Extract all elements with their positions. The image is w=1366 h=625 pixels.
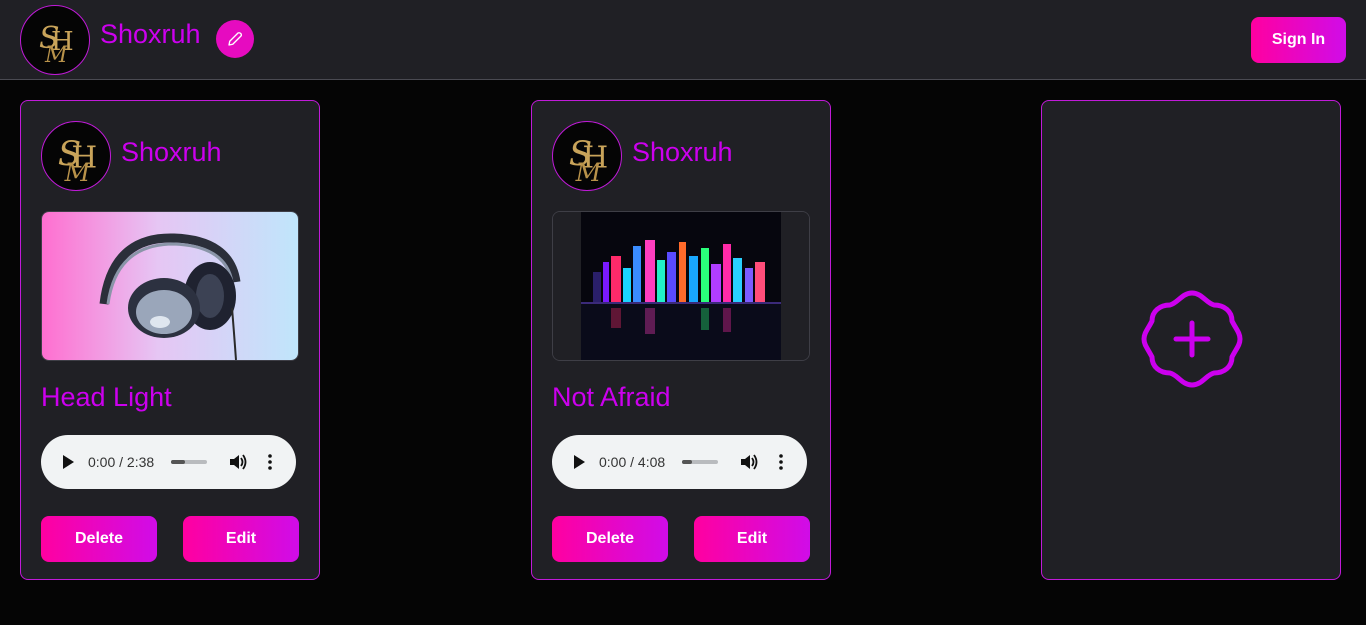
progress-fill — [682, 460, 692, 464]
profile-avatar[interactable]: S H M — [20, 5, 90, 75]
svg-text:M: M — [64, 158, 92, 187]
author-name: Shoxruh — [632, 137, 733, 167]
track-title: Not Afraid — [552, 382, 671, 412]
more-options-icon[interactable] — [776, 453, 786, 471]
monogram-logo: S H M — [58, 134, 97, 187]
delete-button[interactable]: Delete — [552, 516, 668, 562]
add-badge-icon — [1141, 290, 1243, 388]
playback-time: 0:00 / 2:38 — [88, 454, 155, 470]
volume-icon[interactable] — [740, 453, 758, 471]
audio-player: 0:00 / 4:08 — [552, 435, 807, 489]
progress-fill — [171, 460, 185, 464]
svg-text:M: M — [575, 158, 603, 187]
neon-city-image — [553, 212, 809, 360]
track-title: Head Light — [41, 382, 172, 412]
edit-button[interactable]: Edit — [183, 516, 299, 562]
track-card: S H M Shoxruh Head Light 0:00 / 2:38 Del… — [20, 100, 320, 580]
play-icon[interactable] — [61, 454, 75, 470]
avatar-monogram: S H M — [21, 6, 89, 74]
top-bar: S H M Shoxruh Sign In — [0, 0, 1366, 80]
progress-slider[interactable] — [171, 460, 207, 464]
author-avatar[interactable]: S H M — [552, 121, 622, 191]
author-name: Shoxruh — [121, 137, 222, 167]
edit-button[interactable]: Edit — [694, 516, 810, 562]
headphones-image — [42, 212, 298, 360]
sign-in-button[interactable]: Sign In — [1251, 17, 1346, 63]
svg-text:M: M — [44, 43, 68, 68]
header-username: Shoxruh — [100, 19, 201, 49]
monogram-logo: S H M — [39, 21, 74, 68]
add-track-card[interactable] — [1041, 100, 1341, 580]
pencil-icon — [228, 32, 243, 46]
playback-time: 0:00 / 4:08 — [599, 454, 666, 470]
more-options-icon[interactable] — [265, 453, 275, 471]
track-cover-image — [552, 211, 810, 361]
edit-profile-button[interactable] — [216, 20, 254, 58]
track-card: S H M Shoxruh Not Afraid 0:00 / 4:08 Del… — [531, 100, 831, 580]
play-icon[interactable] — [572, 454, 586, 470]
audio-player: 0:00 / 2:38 — [41, 435, 296, 489]
author-avatar[interactable]: S H M — [41, 121, 111, 191]
delete-button[interactable]: Delete — [41, 516, 157, 562]
monogram-logo: S H M — [569, 134, 608, 187]
progress-slider[interactable] — [682, 460, 718, 464]
volume-icon[interactable] — [229, 453, 247, 471]
track-cover-image — [41, 211, 299, 361]
